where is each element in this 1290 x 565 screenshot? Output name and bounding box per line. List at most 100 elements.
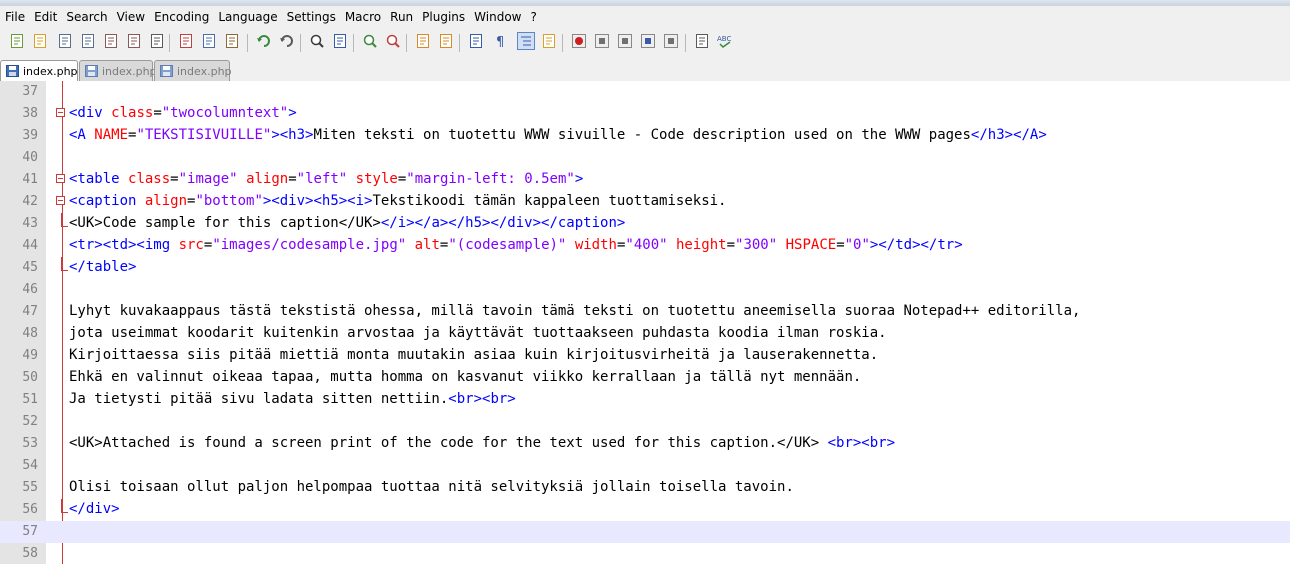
code-token-attribute-value: "400"	[625, 237, 668, 253]
doc-map-icon[interactable]	[539, 31, 559, 51]
save-icon[interactable]	[55, 31, 75, 51]
code-line[interactable]: 38 <div class="twocolumntext">	[0, 103, 1290, 125]
menu-language[interactable]: Language	[218, 10, 277, 24]
run-macro-multiple-icon[interactable]	[638, 31, 658, 51]
menu-plugins[interactable]: Plugins	[422, 10, 465, 24]
code-token-tag: </div>	[69, 501, 120, 517]
menu-view[interactable]: View	[117, 10, 145, 24]
menu-file[interactable]: File	[5, 10, 25, 24]
code-line[interactable]: 52	[0, 411, 1290, 433]
monitor-icon[interactable]	[692, 31, 712, 51]
undo-icon[interactable]	[254, 31, 274, 51]
code-line[interactable]: 40	[0, 147, 1290, 169]
code-token-tag: </h3></A>	[970, 127, 1047, 143]
code-token-text: Ehkä en valinnut oikeaa tapaa, mutta hom…	[69, 369, 862, 385]
code-line[interactable]: 45 </table>	[0, 257, 1290, 279]
code-line[interactable]: 42 <caption align="bottom"><div><h5><i>Te…	[0, 191, 1290, 213]
toolbar-separator	[353, 34, 354, 52]
code-token-attribute-value: "(codesample)"	[448, 237, 567, 253]
code-line[interactable]: 48 jota useimmat koodarit kuitenkin arvos…	[0, 323, 1290, 345]
show-all-chars-icon[interactable]: ¶	[491, 31, 511, 51]
save-disk-icon	[85, 65, 98, 80]
code-token-attribute-value: "bottom"	[195, 193, 263, 209]
code-token-attribute-value: "margin-left: 0.5em"	[406, 171, 575, 187]
code-token-attribute: NAME	[94, 127, 129, 143]
menu-encoding[interactable]: Encoding	[154, 10, 209, 24]
code-token-tag: </i></a></h5></div></caption>	[380, 215, 626, 231]
copy-icon[interactable]	[199, 31, 219, 51]
menu-settings[interactable]: Settings	[287, 10, 336, 24]
fold-toggle-icon[interactable]	[56, 108, 65, 117]
code-token-text: Ja tietysti pitää sivu ladata sitten net…	[69, 391, 449, 407]
cut-icon[interactable]	[176, 31, 196, 51]
code-editor[interactable]: 37 38 <div class="twocolumntext"> 39 <A NAME…	[0, 81, 1290, 564]
spellcheck-icon[interactable]: ABC	[715, 31, 735, 51]
code-line[interactable]: 43 <UK>Code sample for this caption</UK><…	[0, 213, 1290, 235]
code-line[interactable]: 51 Ja tietysti pitää sivu ladata sitten n…	[0, 389, 1290, 411]
word-wrap-icon[interactable]	[466, 31, 486, 51]
menu-window[interactable]: Window	[474, 10, 521, 24]
code-line[interactable]: 55 Olisi toisaan ollut paljon helpompaa t…	[0, 477, 1290, 499]
replace-icon[interactable]	[330, 31, 350, 51]
play-macro-icon[interactable]	[615, 31, 635, 51]
code-token-text: =	[397, 171, 407, 187]
code-text: <table class="image" align="left" style=…	[69, 171, 583, 187]
code-line[interactable]: 56 </div>	[0, 499, 1290, 521]
find-icon[interactable]	[307, 31, 327, 51]
code-line[interactable]: 39 <A NAME="TEKSTISIVUILLE"><h3>Miten tek…	[0, 125, 1290, 147]
code-line[interactable]: 37	[0, 81, 1290, 103]
sync-vertical-icon[interactable]	[413, 31, 433, 51]
code-line[interactable]: 41 <table class="image" align="left" styl…	[0, 169, 1290, 191]
menu-help[interactable]: ?	[530, 10, 536, 24]
stop-macro-icon[interactable]	[592, 31, 612, 51]
code-text: Kirjoittaessa siis pitää miettiä monta m…	[69, 347, 878, 363]
code-line[interactable]: 44 <tr><td><img src = "images/codesample.jp…	[0, 235, 1290, 257]
code-line[interactable]: 58	[0, 543, 1290, 565]
fold-toggle-icon[interactable]	[56, 196, 65, 205]
code-token-text: =	[170, 171, 179, 187]
print-icon[interactable]	[147, 31, 167, 51]
tab-index-php-1[interactable]: index.php	[0, 60, 78, 81]
close-icon[interactable]	[101, 31, 121, 51]
paste-icon[interactable]	[222, 31, 242, 51]
code-line[interactable]: 49 Kirjoittaessa siis pitää miettiä monta…	[0, 345, 1290, 367]
code-token-tag: ></td></tr>	[869, 237, 963, 253]
line-number: 51	[22, 392, 38, 407]
code-line[interactable]: 47 Lyhyt kuvakaappaus tästä tekstistä ohe…	[0, 301, 1290, 323]
save-all-icon[interactable]	[78, 31, 98, 51]
zoom-out-icon[interactable]	[383, 31, 403, 51]
fold-toggle-icon[interactable]	[56, 174, 65, 183]
code-line[interactable]: 57	[0, 521, 1290, 543]
indent-guide-icon[interactable]	[516, 31, 536, 51]
code-token-tag: ><div><h5><i>	[262, 193, 373, 209]
code-line[interactable]: 50 Ehkä en valinnut oikeaa tapaa, mutta h…	[0, 367, 1290, 389]
code-token-attribute-value: "0"	[844, 237, 870, 253]
zoom-in-icon[interactable]	[360, 31, 380, 51]
code-token-attribute-value: "300"	[735, 237, 778, 253]
menu-run[interactable]: Run	[390, 10, 413, 24]
tab-index-php-3[interactable]: index.php	[154, 60, 232, 81]
code-text: <tr><td><img src = "images/codesample.jpg"…	[69, 237, 963, 253]
code-token-tag: </table>	[69, 259, 137, 275]
svg-text:¶: ¶	[496, 35, 504, 49]
close-all-icon[interactable]	[124, 31, 144, 51]
code-line[interactable]: 54	[0, 455, 1290, 477]
save-macro-icon[interactable]	[661, 31, 681, 51]
code-line[interactable]: 46	[0, 279, 1290, 301]
new-file-icon[interactable]	[7, 31, 27, 51]
tab-index-php-2[interactable]: index.php	[79, 60, 157, 81]
code-token-attribute: alt	[414, 237, 440, 253]
open-file-icon[interactable]	[30, 31, 50, 51]
code-token-text: <UK>Attached is found a screen print of …	[69, 435, 828, 451]
menu-macro[interactable]: Macro	[345, 10, 381, 24]
save-disk-icon	[6, 65, 19, 80]
redo-icon[interactable]	[277, 31, 297, 51]
menu-edit[interactable]: Edit	[34, 10, 57, 24]
menu-search[interactable]: Search	[66, 10, 107, 24]
line-number: 54	[22, 458, 38, 473]
code-line[interactable]: 53 <UK>Attached is found a screen print o…	[0, 433, 1290, 455]
line-number: 40	[22, 150, 38, 165]
sync-horizontal-icon[interactable]	[436, 31, 456, 51]
record-macro-icon[interactable]	[569, 31, 589, 51]
line-number: 38	[22, 106, 38, 121]
